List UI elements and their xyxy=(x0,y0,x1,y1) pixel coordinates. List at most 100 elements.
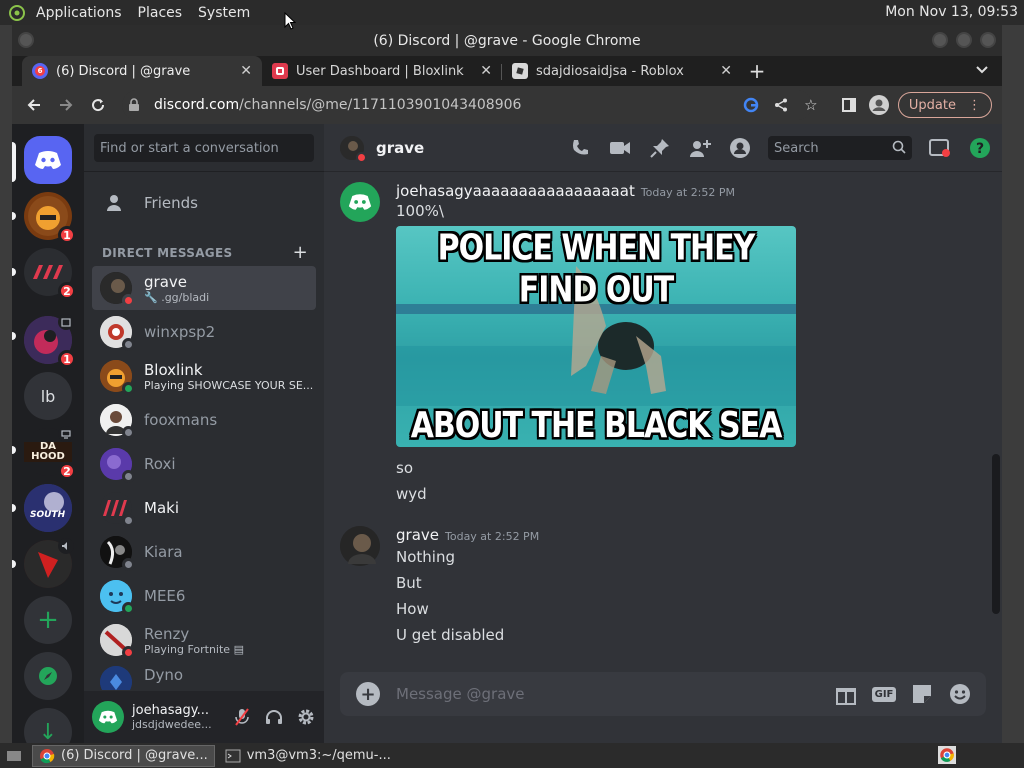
message-avatar[interactable] xyxy=(340,526,380,566)
dm-item-fooxmans[interactable]: fooxmans xyxy=(92,398,316,442)
message-timestamp: Today at 2:52 PM xyxy=(445,530,540,543)
inbox-icon[interactable] xyxy=(928,136,952,160)
online-status-icon xyxy=(122,602,135,615)
dm-item-bloxlink[interactable]: Bloxlink Playing SHOWCASE YOUR SE... xyxy=(92,354,316,398)
upload-attachment-button[interactable]: + xyxy=(356,682,380,706)
add-friends-to-dm-icon[interactable] xyxy=(688,136,712,160)
taskbar-item-terminal[interactable]: vm3@vm3:~/qemu-... xyxy=(219,745,397,767)
add-server-button[interactable]: + xyxy=(24,596,72,644)
tab-roblox[interactable]: sdajdiosaidjsa - Roblox ✕ xyxy=(502,56,742,86)
mention-badge: 2 xyxy=(58,282,76,300)
dm-item-mee6[interactable]: MEE6 xyxy=(92,574,316,618)
friends-link[interactable]: Friends xyxy=(92,182,316,224)
server-bloxlink[interactable]: 1 xyxy=(24,192,76,244)
google-lens-icon[interactable] xyxy=(736,90,766,120)
recipient-name[interactable]: grave xyxy=(376,139,424,157)
pinned-messages-icon[interactable] xyxy=(648,136,672,160)
dm-item-winxpsp2[interactable]: winxpsp2 xyxy=(92,310,316,354)
update-button[interactable]: Update ⋮ xyxy=(897,92,992,118)
server-south[interactable]: SOUTH xyxy=(24,484,72,532)
voice-call-icon[interactable] xyxy=(568,136,592,160)
server-red[interactable] xyxy=(24,538,74,588)
reload-button[interactable] xyxy=(82,89,114,121)
server-list: 1 2 1 lb DA HOOD 2 SOUTH + ↓ xyxy=(12,124,84,743)
settings-gear-icon[interactable] xyxy=(294,705,318,729)
headphones-icon[interactable] xyxy=(262,705,286,729)
back-button[interactable] xyxy=(18,89,50,121)
close-tab-icon[interactable]: ✕ xyxy=(240,63,252,79)
dm-item-renzy[interactable]: Renzy Playing Fortnite ▤ xyxy=(92,618,316,662)
tab-bloxlink[interactable]: User Dashboard | Bloxlink ✕ xyxy=(262,56,502,86)
message-author[interactable]: grave xyxy=(396,526,439,544)
tab-discord[interactable]: 6 (6) Discord | @grave ✕ xyxy=(22,56,262,86)
recipient-avatar[interactable] xyxy=(340,135,367,163)
menu-applications[interactable]: Applications xyxy=(28,5,130,21)
video-call-icon[interactable] xyxy=(608,136,632,160)
chrome-icon xyxy=(39,748,55,764)
find-conversation-button[interactable]: Find or start a conversation xyxy=(94,134,314,162)
explore-servers-button[interactable] xyxy=(24,652,72,700)
direct-messages-header: DIRECT MESSAGES + xyxy=(102,242,308,263)
dm-item-maki[interactable]: Maki xyxy=(92,486,316,530)
address-bar[interactable]: discord.com/channels/@me/117110390104340… xyxy=(122,90,812,120)
message-composer[interactable]: + Message @grave GIF xyxy=(340,672,986,716)
user-avatar[interactable] xyxy=(92,701,124,733)
server-folder[interactable]: 1 xyxy=(24,314,76,368)
speaker-icon xyxy=(58,538,74,554)
maximize-button[interactable] xyxy=(956,32,972,48)
message-author[interactable]: joehasagyaaaaaaaaaaaaaaaaat xyxy=(396,182,635,200)
share-icon[interactable] xyxy=(766,90,796,120)
event-icon xyxy=(58,314,74,330)
meme-gif-attachment[interactable]: POLICE WHEN THEY FIND OUT ABOUT THE BLAC… xyxy=(396,226,796,447)
message-text: But xyxy=(396,574,422,592)
tab-search-chevron-icon[interactable] xyxy=(976,62,988,78)
avatar xyxy=(100,360,135,395)
avatar xyxy=(100,666,132,690)
site-info-icon[interactable] xyxy=(128,98,144,112)
dm-item-grave[interactable]: grave 🔧 .gg/bladi xyxy=(92,266,316,310)
search-input[interactable]: Search xyxy=(768,136,912,160)
emoji-icon[interactable] xyxy=(948,682,972,710)
clock[interactable]: Mon Nov 13, 09:53 xyxy=(885,4,1018,20)
home-button[interactable] xyxy=(24,136,72,184)
show-user-profile-icon[interactable] xyxy=(728,136,752,160)
profile-avatar-icon[interactable] xyxy=(864,90,894,120)
menu-places[interactable]: Places xyxy=(130,5,191,21)
window-menu-button[interactable] xyxy=(18,32,34,48)
side-panel-icon[interactable] xyxy=(834,90,864,120)
close-tab-icon[interactable]: ✕ xyxy=(720,63,732,79)
dm-item-dyno[interactable]: Dyno xyxy=(92,662,316,690)
dm-item-kiara[interactable]: Kiara xyxy=(92,530,316,574)
new-tab-button[interactable]: + xyxy=(742,56,772,86)
message-avatar[interactable] xyxy=(340,182,380,222)
server-lb[interactable]: lb xyxy=(24,372,72,420)
tray-chrome-icon[interactable] xyxy=(938,746,956,768)
close-window-button[interactable] xyxy=(980,32,996,48)
download-apps-button[interactable]: ↓ xyxy=(24,708,72,743)
help-icon[interactable]: ? xyxy=(968,136,992,160)
os-logo-icon[interactable] xyxy=(6,2,28,24)
forward-button[interactable] xyxy=(50,89,82,121)
avatar xyxy=(100,492,135,527)
create-dm-plus-icon[interactable]: + xyxy=(293,242,308,263)
user-info[interactable]: joehasagy... jdsdjdwedee... xyxy=(132,703,212,731)
taskbar-item-chrome[interactable]: (6) Discord | @grave... xyxy=(32,744,215,767)
gift-icon[interactable] xyxy=(834,682,858,710)
gif-button[interactable]: GIF xyxy=(871,682,897,706)
menu-system[interactable]: System xyxy=(190,5,258,21)
bookmark-star-icon[interactable]: ☆ xyxy=(796,90,826,120)
show-desktop-icon[interactable] xyxy=(0,745,28,767)
message-group-grave: grave Today at 2:52 PM Nothing But How U… xyxy=(340,526,980,648)
monitor-icon xyxy=(58,426,74,442)
message-input[interactable]: Message @grave xyxy=(396,685,525,703)
mute-microphone-icon[interactable] xyxy=(230,705,254,729)
sticker-icon[interactable] xyxy=(910,682,934,710)
chrome-window: (6) Discord | @grave - Google Chrome 6 (… xyxy=(12,25,1002,743)
window-titlebar[interactable]: (6) Discord | @grave - Google Chrome xyxy=(12,25,1002,56)
dm-item-roxi[interactable]: Roxi xyxy=(92,442,316,486)
server-maki[interactable]: 2 xyxy=(24,248,76,300)
server-da-hood[interactable]: DA HOOD 2 xyxy=(24,426,76,480)
close-tab-icon[interactable]: ✕ xyxy=(480,63,492,79)
minimize-button[interactable] xyxy=(932,32,948,48)
message-scrollbar[interactable] xyxy=(992,454,1000,614)
